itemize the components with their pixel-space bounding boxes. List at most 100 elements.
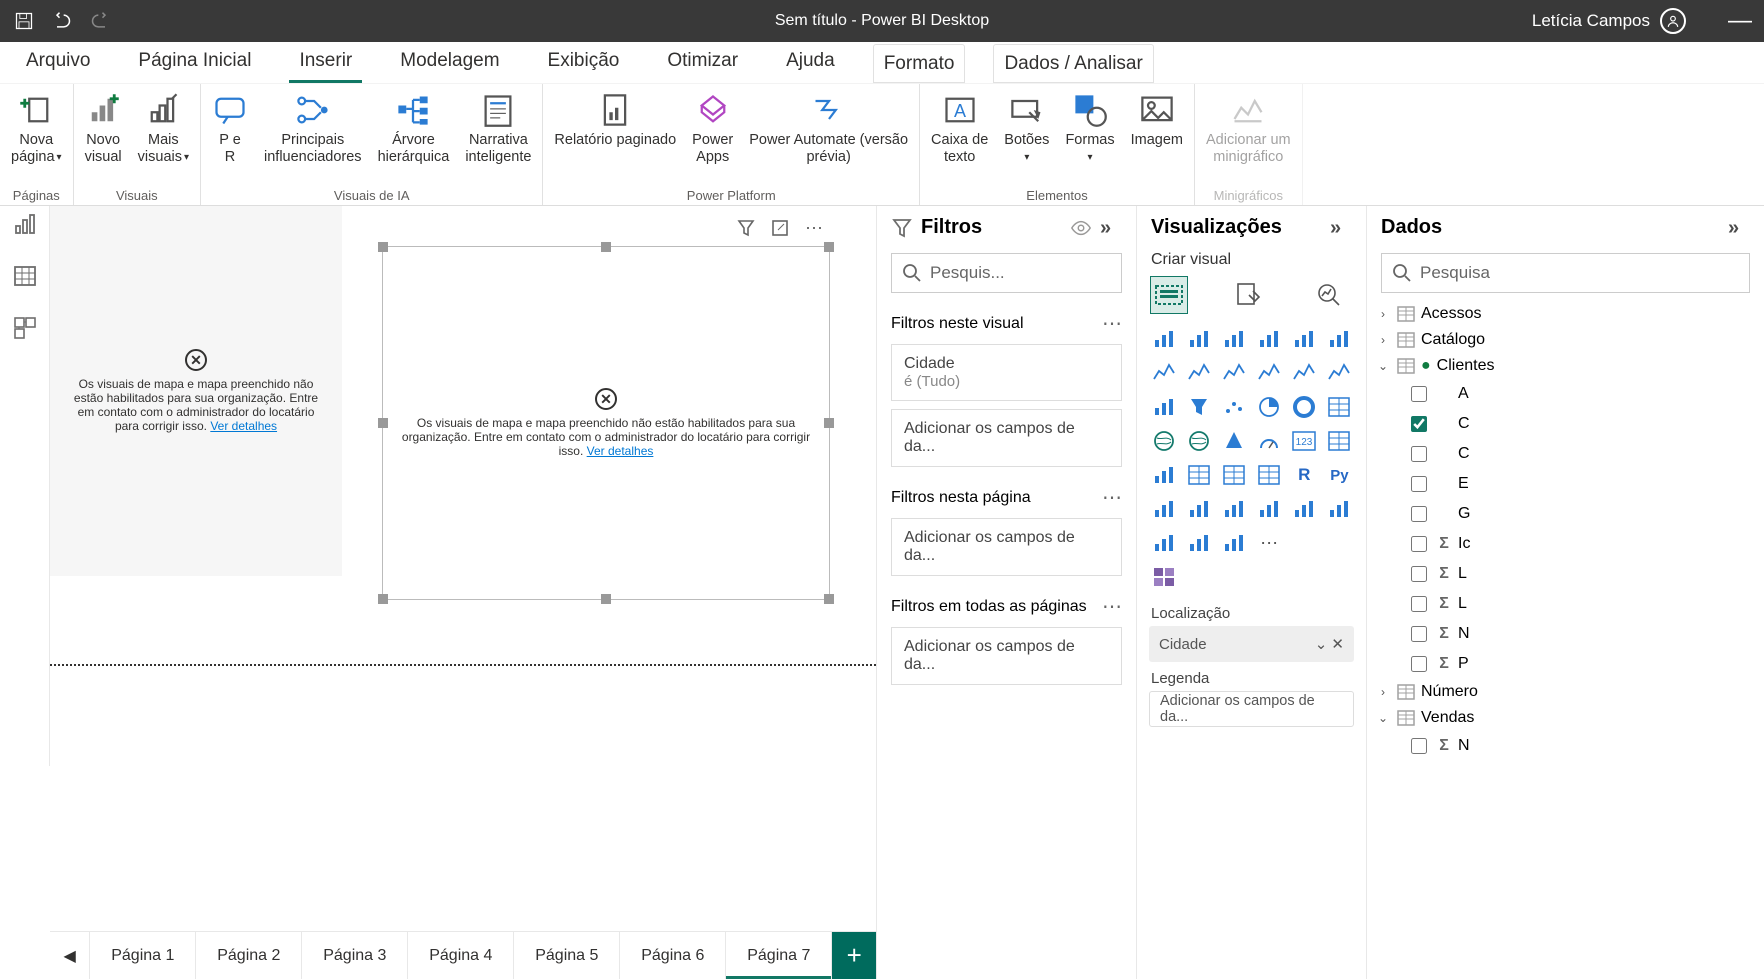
minimize-icon[interactable]: — <box>1728 7 1752 35</box>
field-well-legend[interactable]: Adicionar os campos de da... <box>1149 691 1354 727</box>
viz-type-custom[interactable] <box>1149 563 1178 591</box>
ribbon-tab-formato[interactable]: Formato <box>873 44 966 83</box>
table-acessos[interactable]: ›Acessos <box>1373 301 1758 327</box>
page-tab-2[interactable]: Página 2 <box>196 932 302 979</box>
field-clientes-6[interactable]: ΣL <box>1373 559 1758 589</box>
build-visual-mode[interactable] <box>1151 277 1187 313</box>
more-icon[interactable]: ⋯ <box>1102 594 1122 619</box>
filter-card-cidade[interactable]: Cidade é (Tudo) <box>891 344 1122 401</box>
data-search-input[interactable]: Pesquisa <box>1381 253 1750 293</box>
ribbon-tab-arquivo[interactable]: Arquivo <box>16 42 100 83</box>
viz-type-narrative[interactable] <box>1254 495 1283 523</box>
ribbon-button-relat-rio-paginado-[interactable]: Relatório paginado <box>549 88 681 153</box>
ribbon-button-bot-es-[interactable]: Botões ▾ <box>999 88 1054 170</box>
more-icon[interactable]: ⋯ <box>1102 485 1122 510</box>
viz-type-scatter[interactable] <box>1219 393 1248 421</box>
viz-type-r[interactable]: R <box>1290 461 1319 489</box>
viz-type-gauge[interactable] <box>1254 427 1283 455</box>
field-clientes-9[interactable]: ΣP <box>1373 649 1758 679</box>
model-view-icon[interactable] <box>13 316 37 340</box>
ribbon-button-caixa-de-texto[interactable]: ACaixa detexto <box>926 88 993 170</box>
add-report-filter[interactable]: Adicionar os campos de da... <box>891 627 1122 685</box>
viz-type-bar-stack-h[interactable] <box>1219 325 1248 353</box>
page-tab-4[interactable]: Página 4 <box>408 932 514 979</box>
field-vendas-0[interactable]: ΣN <box>1373 731 1758 761</box>
viz-type-map[interactable] <box>1149 427 1178 455</box>
undo-icon[interactable] <box>52 11 72 31</box>
add-visual-filter[interactable]: Adicionar os campos de da... <box>891 409 1122 467</box>
viz-type-line-bar[interactable] <box>1254 359 1283 387</box>
viz-type-qna[interactable] <box>1219 495 1248 523</box>
viz-type-slicer[interactable] <box>1184 461 1213 489</box>
visibility-icon[interactable] <box>1070 217 1092 239</box>
viz-type-paginated[interactable] <box>1325 495 1354 523</box>
ribbon-button-power-automate-vers-o-pr-via-[interactable]: Power Automate (versãoprévia) <box>744 88 913 170</box>
add-page-filter[interactable]: Adicionar os campos de da... <box>891 518 1122 576</box>
field-well-location[interactable]: Cidade ⌄ ✕ <box>1149 626 1354 662</box>
viz-type-area[interactable] <box>1184 359 1213 387</box>
ribbon-tab-otimizar[interactable]: Otimizar <box>657 42 748 83</box>
ribbon-button-principais-influenciadores[interactable]: Principaisinfluenciadores <box>259 88 367 170</box>
ribbon-button-power-apps[interactable]: PowerApps <box>687 88 738 170</box>
analytics-mode[interactable] <box>1311 277 1347 313</box>
field-clientes-1[interactable]: C <box>1373 409 1758 439</box>
viz-type-treemap[interactable] <box>1325 393 1354 421</box>
viz-type-bar-v[interactable] <box>1184 325 1213 353</box>
focus-mode-icon[interactable] <box>765 213 795 243</box>
report-canvas[interactable]: ✕ Os visuais de mapa e mapa preenchido n… <box>50 206 876 929</box>
page-tab-5[interactable]: Página 5 <box>514 932 620 979</box>
page-tab-6[interactable]: Página 6 <box>620 932 726 979</box>
viz-type-automate[interactable] <box>1184 529 1213 557</box>
viz-type-area-stack[interactable] <box>1219 359 1248 387</box>
ribbon-button--rvore-hier-rquica[interactable]: Árvorehierárquica <box>373 88 455 170</box>
filter-icon[interactable] <box>731 213 761 243</box>
data-view-icon[interactable] <box>13 264 37 288</box>
ribbon-tab-exibi-o[interactable]: Exibição <box>538 42 630 83</box>
viz-type-waterfall[interactable] <box>1149 393 1178 421</box>
ribbon-tab-p-gina-inicial[interactable]: Página Inicial <box>128 42 261 83</box>
field-clientes-8[interactable]: ΣN <box>1373 619 1758 649</box>
viz-type-line[interactable] <box>1149 359 1178 387</box>
field-clientes-0[interactable]: A <box>1373 379 1758 409</box>
viz-type-funnel[interactable] <box>1184 393 1213 421</box>
viz-type-decomp[interactable] <box>1184 495 1213 523</box>
map-visual-2-selected[interactable]: ⋯ ✕ Os visuais de mapa e mapa preenchido… <box>382 246 830 600</box>
field-clientes-4[interactable]: G <box>1373 499 1758 529</box>
ribbon-button-novo-visual[interactable]: Novovisual <box>80 88 127 170</box>
viz-type-azure-map[interactable] <box>1219 427 1248 455</box>
save-icon[interactable] <box>14 11 34 31</box>
user-avatar-icon[interactable] <box>1660 8 1686 34</box>
table-catálogo[interactable]: ›Catálogo <box>1373 327 1758 353</box>
page-tab-3[interactable]: Página 3 <box>302 932 408 979</box>
viz-type-donut[interactable] <box>1290 393 1319 421</box>
viz-type-line-bar2[interactable] <box>1290 359 1319 387</box>
ribbon-button-formas-[interactable]: Formas ▾ <box>1060 88 1119 170</box>
ribbon-tab-inserir[interactable]: Inserir <box>289 42 362 83</box>
filter-search-input[interactable]: Pesquis... <box>891 253 1122 293</box>
page-tab-1[interactable]: Página 1 <box>90 932 196 979</box>
viz-type-bar100-h[interactable] <box>1290 325 1319 353</box>
ribbon-button-imagem-[interactable]: Imagem <box>1126 88 1188 153</box>
ribbon-button-nova-p-gina[interactable]: Novapágina ▾ <box>6 88 67 170</box>
collapse-icon[interactable]: » <box>1728 217 1750 239</box>
error-link[interactable]: Ver detalhes <box>587 444 654 458</box>
field-clientes-3[interactable]: E <box>1373 469 1758 499</box>
viz-type-ribbon[interactable] <box>1325 359 1354 387</box>
ribbon-tab-ajuda[interactable]: Ajuda <box>776 42 845 83</box>
format-visual-mode[interactable] <box>1231 277 1267 313</box>
field-well-menu-icon[interactable]: ⌄ ✕ <box>1315 635 1344 653</box>
map-visual-1[interactable]: ✕ Os visuais de mapa e mapa preenchido n… <box>50 206 342 576</box>
collapse-icon[interactable]: » <box>1330 217 1352 239</box>
ribbon-button-narrativa-inteligente[interactable]: Narrativainteligente <box>460 88 536 170</box>
viz-type-bar100-v[interactable] <box>1325 325 1354 353</box>
viz-type-multi-card[interactable] <box>1325 427 1354 455</box>
report-view-icon[interactable] <box>13 212 37 236</box>
more-icon[interactable]: ⋯ <box>1102 311 1122 336</box>
viz-type-more[interactable]: ⋯ <box>1254 529 1283 557</box>
ribbon-tab-dados-analisar[interactable]: Dados / Analisar <box>993 44 1153 83</box>
viz-type-key-infl[interactable] <box>1149 495 1178 523</box>
collapse-icon[interactable]: » <box>1100 217 1122 239</box>
table-número[interactable]: ›Número <box>1373 679 1758 705</box>
viz-type-py[interactable]: Py <box>1325 461 1354 489</box>
viz-type-table[interactable] <box>1219 461 1248 489</box>
